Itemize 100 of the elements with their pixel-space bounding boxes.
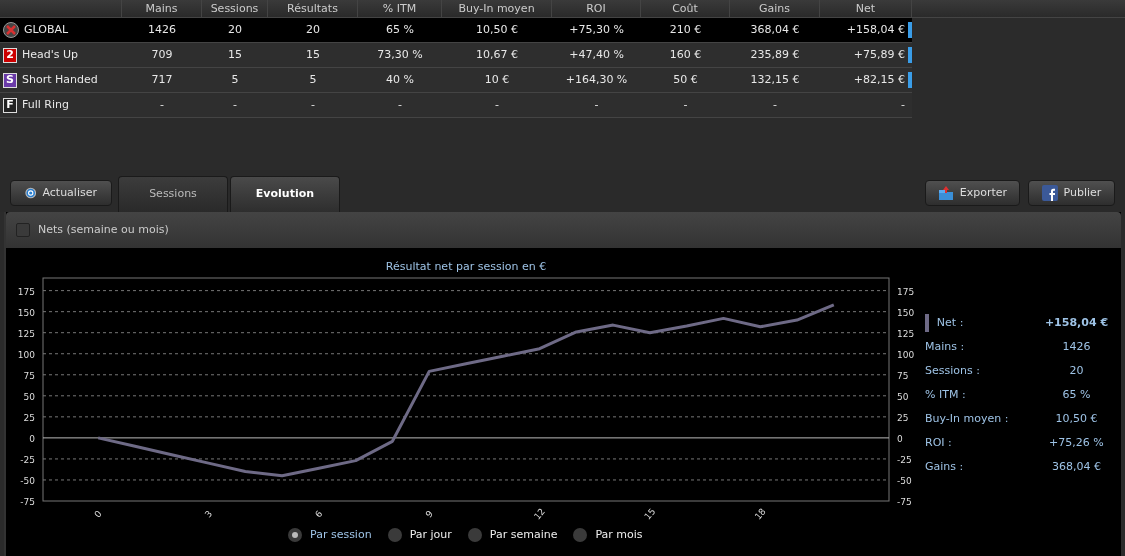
- x-tick-label: 3: [202, 508, 215, 520]
- y-tick-label: 0: [897, 433, 903, 444]
- row-label: GLOBAL: [24, 21, 69, 38]
- column-header[interactable]: Gains: [730, 0, 820, 17]
- y-tick-label: 25: [897, 412, 909, 423]
- chart-title: Résultat net par session en €: [385, 260, 547, 273]
- column-header[interactable]: Résultats: [268, 0, 358, 17]
- logo-icon: [3, 22, 19, 38]
- table-cell: 10 €: [484, 72, 510, 86]
- y-tick-label: 0: [29, 433, 35, 444]
- table-cell: -: [495, 97, 499, 111]
- category-badge: F: [3, 97, 17, 113]
- table-cell: 5: [231, 72, 239, 86]
- radio-option[interactable]: Par semaine: [467, 527, 558, 544]
- y-tick-label: 175: [897, 286, 915, 297]
- row-label: Full Ring: [22, 96, 69, 113]
- stat-label: Sessions :: [925, 362, 981, 379]
- stat-label: Gains :: [925, 458, 965, 475]
- column-header[interactable]: ROI: [552, 0, 641, 17]
- y-tick-label: 175: [17, 286, 35, 297]
- table-cell: 65 %: [386, 22, 414, 36]
- x-tick-label: 12: [532, 506, 548, 522]
- y-tick-label: 100: [17, 349, 35, 360]
- stat-value: 10,50 €: [1054, 410, 1099, 427]
- y-tick-label: 75: [23, 370, 35, 381]
- y-tick-label: 150: [897, 307, 915, 318]
- x-tick-label: 0: [92, 508, 104, 520]
- y-tick-label: -25: [897, 454, 912, 465]
- table-cell-text: +158,04 €: [846, 21, 905, 38]
- y-tick-label: -50: [20, 475, 35, 486]
- radio-option[interactable]: Par session: [288, 527, 372, 544]
- table-cell: -: [683, 97, 688, 111]
- table-row[interactable]: GLOBAL 1426 20 20 65 % 10,50 € +75,30 % 210 € 368,04 € +158,04 €: [0, 18, 912, 43]
- export-icon: [937, 185, 954, 201]
- publish-button[interactable]: Publier: [1028, 180, 1115, 206]
- table-cell: 709: [151, 47, 173, 61]
- facebook-icon: [1041, 185, 1058, 201]
- column-header[interactable]: Sessions: [202, 0, 268, 17]
- column-header[interactable]: Mains: [122, 0, 202, 17]
- table-cell: 160 €: [669, 47, 702, 61]
- table-cell: 40 %: [386, 72, 414, 86]
- table-cell: 73,30 %: [377, 47, 423, 61]
- checkbox[interactable]: [16, 223, 30, 237]
- row-label: Short Handed: [22, 71, 98, 88]
- row-label: Head's Up: [22, 46, 79, 63]
- stat-label: % ITM :: [925, 386, 967, 403]
- column-header[interactable]: Coût: [641, 0, 730, 17]
- table-cell: 20: [306, 22, 320, 36]
- filter-label: Nets (semaine ou mois): [38, 221, 169, 238]
- table-cell-text: +82,15 €: [853, 71, 905, 88]
- y-tick-label: -50: [897, 475, 912, 486]
- table-cell: +47,40 %: [569, 47, 624, 61]
- table-cell: -: [160, 97, 164, 111]
- table-cell: -: [594, 97, 599, 111]
- x-tick-label: 9: [423, 508, 435, 520]
- table-cell: 20: [228, 22, 242, 36]
- x-tick-label: 15: [642, 506, 658, 522]
- column-header[interactable]: Buy-In moyen: [442, 0, 552, 17]
- table-cell: +75,30 %: [569, 22, 624, 36]
- table-cell: 717: [151, 72, 173, 86]
- stat-value: 65 %: [1061, 386, 1092, 403]
- stat-label: Net :: [936, 314, 965, 331]
- y-tick-label: 25: [23, 412, 35, 423]
- stat-label: Buy-In moyen :: [925, 410, 1010, 427]
- tab[interactable]: Evolution: [230, 176, 340, 212]
- table-cell: 10,50 €: [476, 22, 518, 36]
- table-cell: 368,04 €: [750, 22, 800, 36]
- table-cell: 50 €: [673, 72, 698, 86]
- y-tick-label: 50: [897, 391, 909, 402]
- category-badge: 2: [3, 47, 17, 63]
- refresh-button[interactable]: Actualiser: [10, 180, 112, 206]
- y-tick-label: 125: [897, 328, 915, 339]
- y-tick-label: 50: [23, 391, 35, 402]
- table-cell-text: +75,89 €: [853, 46, 905, 63]
- table-cell: -: [233, 97, 237, 111]
- stat-value: 368,04 €: [1050, 458, 1102, 475]
- stat-value: +75,26 %: [1048, 434, 1105, 451]
- table-cell: 235,89 €: [750, 47, 800, 61]
- refresh-icon: [25, 185, 37, 201]
- radio-option[interactable]: Par jour: [387, 527, 452, 544]
- tab[interactable]: Sessions: [118, 176, 228, 212]
- table-cell: +164,30 %: [565, 72, 628, 86]
- stat-label: Mains :: [925, 338, 966, 355]
- export-button[interactable]: Exporter: [925, 180, 1020, 206]
- x-tick-label: 6: [313, 508, 325, 520]
- x-tick-label: 18: [752, 506, 768, 522]
- radio-option[interactable]: Par mois: [573, 527, 643, 544]
- table-cell: -: [311, 97, 315, 111]
- category-badge: S: [3, 72, 17, 88]
- column-header[interactable]: % ITM: [358, 0, 442, 17]
- table-cell: 132,15 €: [750, 72, 800, 86]
- table-cell: 15: [228, 47, 242, 61]
- y-tick-label: 150: [17, 307, 35, 318]
- table-cell: 210 €: [669, 22, 702, 36]
- stat-value: +158,04 €: [1043, 314, 1110, 331]
- y-tick-label: 125: [17, 328, 35, 339]
- table-cell: 1426: [148, 22, 176, 36]
- table-cell: 15: [306, 47, 320, 61]
- stat-value: 1426: [1061, 338, 1092, 355]
- y-tick-label: 75: [897, 370, 909, 381]
